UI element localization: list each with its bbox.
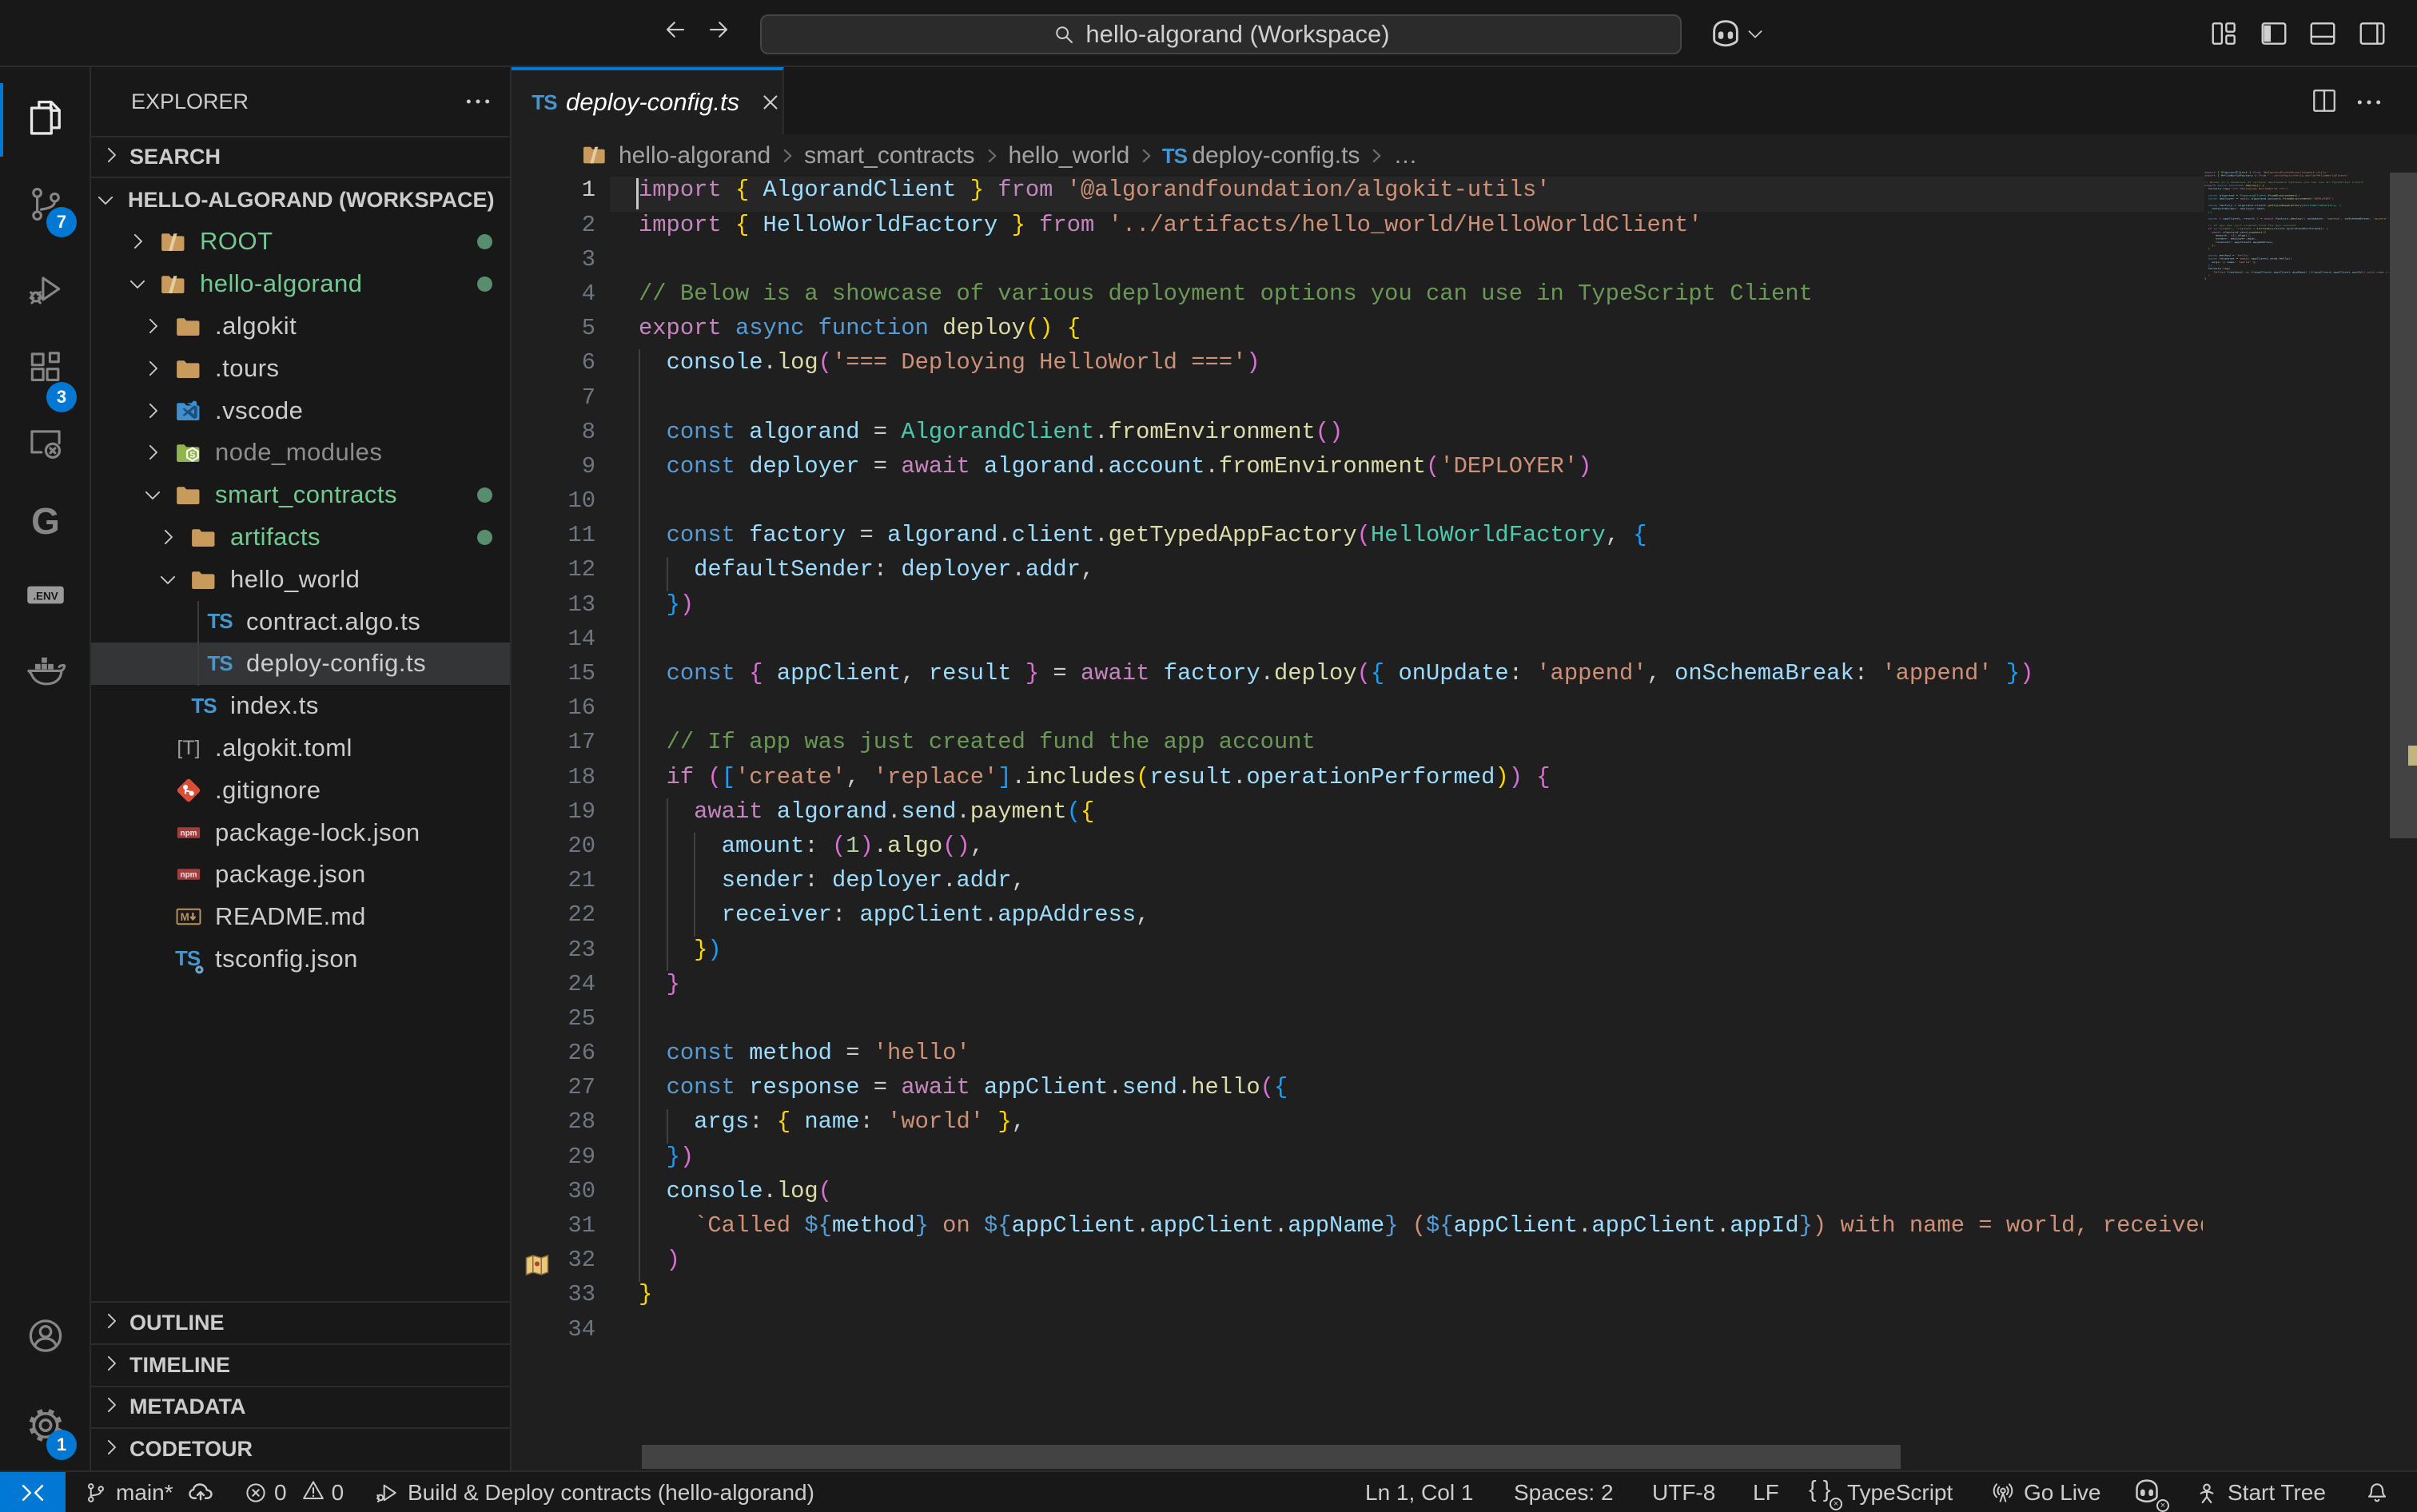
svg-text:M: M (181, 911, 189, 923)
svg-text:npm: npm (181, 871, 197, 880)
svg-text:S: S (189, 451, 195, 460)
svg-text:.ENV: .ENV (33, 591, 58, 603)
svg-text:npm: npm (181, 829, 197, 838)
